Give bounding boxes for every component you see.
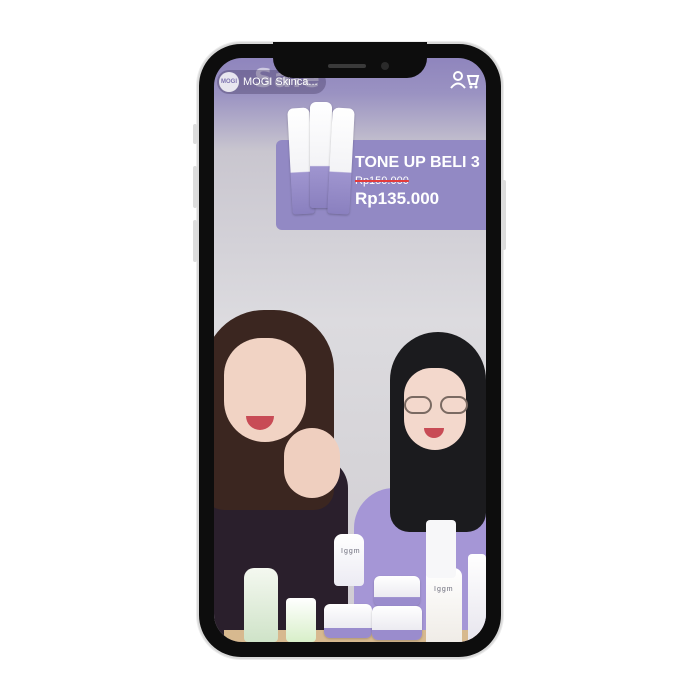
- live-video-scene: Iggm Iggm: [214, 298, 486, 642]
- cream-jar-top[interactable]: [374, 576, 420, 606]
- phone-side-button-volume-down: [193, 220, 197, 262]
- foam-cleanser-bottle[interactable]: [244, 568, 278, 642]
- tube-right: [327, 107, 355, 215]
- host-left-hand: [284, 428, 340, 498]
- tall-bottle-edge[interactable]: [468, 554, 486, 642]
- promo-new-price: Rp135.000: [355, 189, 440, 208]
- phone-side-button-mute: [193, 124, 197, 144]
- cream-jar-small[interactable]: [324, 604, 372, 638]
- phone-notch: [273, 42, 427, 78]
- live-stream-screen[interactable]: Iggm Iggm TONE UP BELI 3 Rp150.000 Rp135…: [214, 58, 486, 642]
- phone-side-button-power: [502, 180, 506, 250]
- promo-title: TONE UP BELI 3: [355, 154, 480, 171]
- user-cart-icon[interactable]: [450, 70, 480, 90]
- glasses-icon: [400, 396, 474, 414]
- promo-product-image[interactable]: [287, 102, 358, 218]
- cream-jar-bottom[interactable]: [372, 606, 422, 640]
- product-brand-label: Iggm: [341, 548, 361, 555]
- promo-old-price: Rp150.000: [355, 175, 409, 187]
- phone-side-button-volume-up: [193, 166, 197, 208]
- front-camera: [381, 62, 389, 70]
- speaker-grille: [328, 64, 366, 68]
- toner-bottle[interactable]: Iggm: [426, 568, 462, 642]
- page: Iggm Iggm TONE UP BELI 3 Rp150.000 Rp135…: [0, 0, 700, 700]
- pump-bottle[interactable]: [286, 598, 316, 642]
- held-tube[interactable]: [426, 520, 456, 578]
- shop-avatar[interactable]: MOGI: [219, 72, 239, 92]
- product-brand-label-2: Iggm: [434, 586, 454, 593]
- serum-dropper-bottle[interactable]: Iggm: [334, 534, 364, 586]
